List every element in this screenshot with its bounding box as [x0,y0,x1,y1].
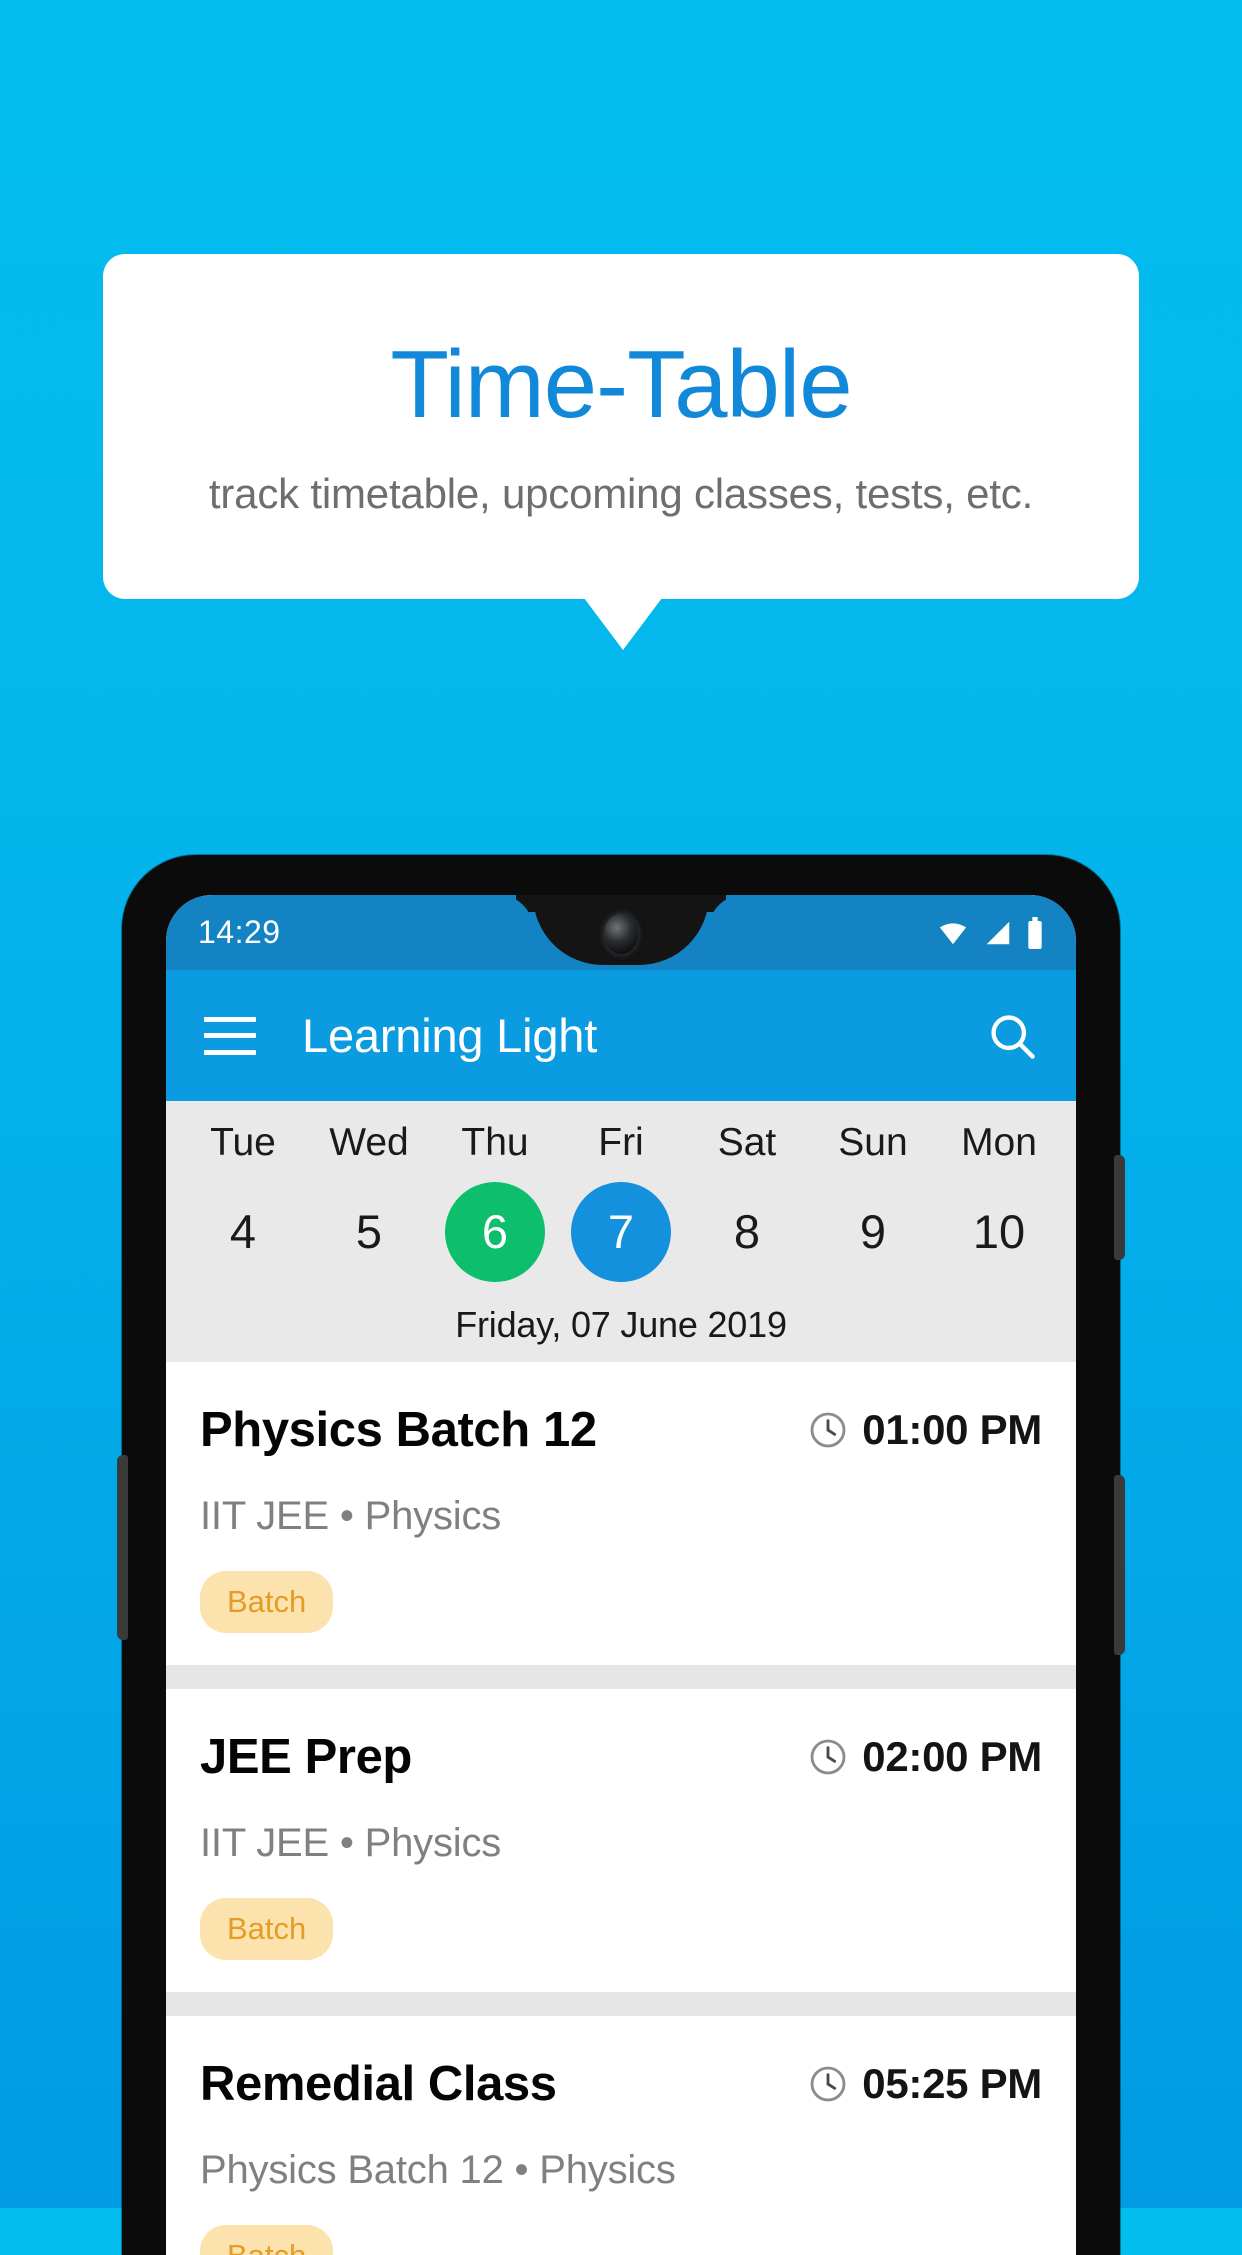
day-names-row: Tue Wed Thu Fri Sat Sun Mon [166,1119,1076,1168]
day-name-cell[interactable]: Fri [558,1119,684,1168]
day-name-cell[interactable]: Sun [810,1119,936,1168]
clock-icon [810,1739,846,1775]
list-item[interactable]: Remedial Class 05:25 PM Physics Batch 12… [166,2015,1076,2255]
event-subtitle: IIT JEE • Physics [200,1820,502,1865]
day-number-cell[interactable]: 8 [684,1182,810,1282]
day-name-label: Tue [210,1121,276,1164]
status-badge: Batch [200,1570,334,1633]
status-bar-icons [936,916,1044,949]
day-name-cell[interactable]: Sat [684,1119,810,1168]
phone-bezel: 14:29 Learning Light Tue Wed Thu Fri Sat… [166,895,1076,2255]
day-name-label: Wed [329,1121,409,1164]
day-name-cell[interactable]: Thu [432,1119,558,1168]
day-number-label: 6 [445,1181,545,1282]
status-badge: Batch [200,1897,334,1960]
day-numbers-row: 4 5 6 7 8 9 10 [166,1181,1076,1282]
event-time-group: 02:00 PM [808,1733,1042,1781]
promo-bubble: Time-Table track timetable, upcoming cla… [103,254,1139,599]
status-badge: Batch [200,2224,334,2255]
day-name-label: Thu [461,1121,529,1164]
event-subtitle: IIT JEE • Physics [200,1493,502,1538]
day-name-label: Sun [838,1121,908,1164]
day-number-label: 9 [859,1204,887,1258]
event-title: JEE Prep [200,1729,412,1784]
signal-icon [986,921,1010,944]
event-header-row: Physics Batch 12 01:00 PM [200,1402,1042,1458]
date-strip: Tue Wed Thu Fri Sat Sun Mon 4 5 6 7 8 9 … [166,1101,1076,1362]
event-time-group: 05:25 PM [808,2060,1042,2108]
volume-button[interactable] [1114,1475,1125,1655]
day-number-cell-selected[interactable]: 7 [558,1181,684,1282]
phone-notch [533,895,709,965]
event-subtitle: Physics Batch 12 • Physics [200,2147,676,2192]
event-header-row: JEE Prep 02:00 PM [200,1729,1042,1785]
phone-screen: 14:29 Learning Light Tue Wed Thu Fri Sat… [166,895,1076,2255]
day-number-label: 7 [571,1181,671,1282]
page-subtitle: track timetable, upcoming classes, tests… [208,469,1034,517]
list-item[interactable]: JEE Prep 02:00 PM IIT JEE • Physics Batc… [166,1688,1076,1992]
day-name-cell[interactable]: Tue [180,1119,306,1168]
event-header-row: Remedial Class 05:25 PM [200,2056,1042,2112]
search-icon[interactable] [986,1010,1038,1062]
day-number-label: 8 [733,1204,761,1258]
list-item[interactable]: Physics Batch 12 01:00 PM IIT JEE • Phys… [166,1361,1076,1665]
day-number-cell[interactable]: 5 [306,1182,432,1282]
power-button[interactable] [1114,1155,1125,1260]
app-bar: Learning Light [166,970,1076,1101]
event-time: 01:00 PM [862,1405,1042,1453]
wifi-icon [939,922,967,944]
assistant-button[interactable] [117,1455,128,1640]
promo-bubble-tail [584,598,662,650]
day-number-label: 10 [972,1204,1026,1258]
day-number-cell[interactable]: 4 [180,1182,306,1282]
day-name-label: Fri [598,1121,644,1164]
clock-icon [810,1412,846,1448]
page-title: Time-Table [390,331,852,439]
app-title: Learning Light [302,1009,598,1062]
day-name-cell[interactable]: Wed [306,1119,432,1168]
hamburger-menu-icon[interactable] [204,1016,256,1055]
selected-date-label: Friday, 07 June 2019 [455,1303,787,1345]
event-title: Physics Batch 12 [200,1402,597,1457]
day-number-label: 5 [355,1204,383,1258]
phone-device-frame: 14:29 Learning Light Tue Wed Thu Fri Sat… [117,855,1125,2255]
event-time: 02:00 PM [862,1732,1042,1780]
day-number-cell-today[interactable]: 6 [432,1181,558,1282]
day-name-cell[interactable]: Mon [936,1119,1062,1168]
clock-icon [810,2066,846,2102]
status-bar: 14:29 [166,895,1076,970]
day-number-label: 4 [229,1204,257,1258]
event-list[interactable]: Physics Batch 12 01:00 PM IIT JEE • Phys… [166,1361,1076,2255]
status-bar-time: 14:29 [198,914,281,950]
battery-icon [1028,916,1042,949]
day-name-label: Sat [717,1121,777,1164]
event-title: Remedial Class [200,2056,557,2111]
event-time-group: 01:00 PM [808,1406,1042,1454]
front-camera-icon [604,914,638,954]
day-name-label: Mon [961,1121,1037,1164]
day-number-cell[interactable]: 9 [810,1182,936,1282]
day-number-cell[interactable]: 10 [936,1182,1062,1282]
event-time: 05:25 PM [862,2059,1042,2107]
